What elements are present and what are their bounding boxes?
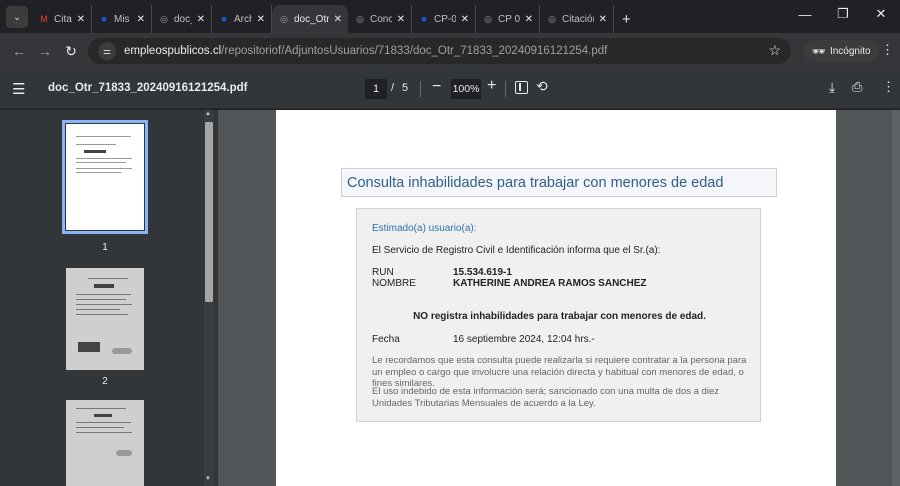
- sidebar-scroll-thumb[interactable]: [205, 122, 213, 302]
- tab-close-icon[interactable]: ✕: [137, 14, 145, 25]
- tab-close-icon[interactable]: ✕: [334, 14, 342, 25]
- thumbnail-sidebar: 1 2 ▲ ▼: [0, 110, 218, 486]
- sidebar-toggle-icon[interactable]: ☰: [12, 80, 25, 98]
- tab-close-icon[interactable]: ✕: [197, 14, 205, 25]
- address-bar[interactable]: ⚌ empleospublicos.cl/repositoriof/Adjunt…: [88, 38, 791, 64]
- run-label: RUN: [372, 267, 394, 278]
- page-thumbnail-label: 1: [102, 242, 108, 253]
- page-thumbnail-2[interactable]: [66, 268, 144, 370]
- back-button[interactable]: ←: [6, 43, 32, 59]
- tab-title: doc_Otr: [174, 13, 192, 25]
- browser-tab[interactable]: ◎ Citación ✕: [540, 5, 614, 33]
- flag-icon: ■: [421, 14, 427, 24]
- site-info-icon[interactable]: ⚌: [98, 42, 116, 60]
- scroll-up-arrow-icon[interactable]: ▲: [205, 111, 211, 117]
- incognito-label: Incógnito: [829, 45, 871, 57]
- browser-tab[interactable]: ■ Mis Últi ✕: [92, 5, 152, 33]
- run-value: 15.534.619-1: [453, 267, 512, 278]
- globe-icon: ◎: [356, 13, 364, 24]
- viewer-scrollbar[interactable]: [892, 110, 900, 486]
- greeting-text: Estimado(a) usuario(a):: [372, 223, 477, 234]
- zoom-in-button[interactable]: +: [487, 77, 496, 95]
- minimize-button[interactable]: —: [786, 7, 824, 22]
- browser-tab[interactable]: ◎ Concurs ✕: [348, 5, 412, 33]
- tab-close-icon[interactable]: ✕: [77, 14, 85, 25]
- tab-close-icon[interactable]: ✕: [599, 14, 607, 25]
- globe-icon: ◎: [280, 13, 288, 24]
- zoom-out-button[interactable]: −: [432, 78, 441, 96]
- page-separator: /: [391, 82, 395, 94]
- name-value: KATHERINE ANDREA RAMOS SANCHEZ: [453, 278, 647, 289]
- pdf-viewer: Consulta inhabilidades para trabajar con…: [218, 110, 900, 486]
- url-text: empleospublicos.cl/repositoriof/Adjuntos…: [124, 45, 608, 57]
- page-thumbnail-label: 2: [102, 376, 108, 387]
- zoom-input[interactable]: 100%: [451, 79, 481, 99]
- print-icon[interactable]: ⎙: [852, 79, 862, 95]
- warning-text: El uso indebido de esta información será…: [372, 386, 719, 409]
- tab-close-icon[interactable]: ✕: [525, 14, 533, 25]
- flag-icon: ■: [221, 14, 227, 24]
- tab-title: doc_Otr: [294, 13, 329, 25]
- window-controls: — ❐ ✕: [786, 0, 900, 28]
- incognito-icon: 🕶: [812, 45, 826, 58]
- tab-title: CP 028-: [498, 13, 520, 25]
- page-thumbnail-3[interactable]: [66, 400, 144, 486]
- browser-menu-icon[interactable]: ⋮: [881, 42, 894, 58]
- notice-text: Le recordamos que esta consulta puede re…: [372, 355, 747, 389]
- browser-tab[interactable]: ◎ CP 028- ✕: [476, 5, 540, 33]
- tab-title: Citación: [562, 13, 594, 25]
- globe-icon: ◎: [484, 13, 492, 24]
- intro-text: El Servicio de Registro Civil e Identifi…: [372, 245, 661, 256]
- tab-title: Archivo: [234, 13, 252, 25]
- browser-toolbar: ← → ↻ ⚌ empleospublicos.cl/repositoriof/…: [0, 33, 900, 69]
- document-heading: Consulta inhabilidades para trabajar con…: [341, 168, 777, 197]
- date-label: Fecha: [372, 334, 400, 345]
- tab-close-icon[interactable]: ✕: [397, 14, 405, 25]
- globe-icon: ◎: [548, 13, 556, 24]
- rotate-icon[interactable]: ⟲: [536, 78, 548, 95]
- toolbar-divider: [420, 81, 421, 97]
- reload-button[interactable]: ↻: [58, 43, 84, 60]
- close-window-button[interactable]: ✕: [862, 6, 900, 22]
- tab-list: M Citación ✕ ■ Mis Últi ✕ ◎ doc_Otr ✕ ■ Archivo ✕ ◎ d…: [32, 0, 614, 33]
- chevron-down-icon: ⌄: [13, 11, 21, 22]
- new-tab-button[interactable]: +: [614, 5, 639, 33]
- browser-tab[interactable]: M Citación ✕: [32, 5, 92, 33]
- tab-title: CP-028: [434, 13, 456, 25]
- page-thumbnail-1[interactable]: [62, 120, 148, 234]
- toolbar-divider: [505, 81, 506, 97]
- page-number-input[interactable]: 1: [365, 79, 387, 99]
- tab-search-button[interactable]: ⌄: [6, 6, 28, 28]
- certificate-box: Estimado(a) usuario(a): El Servicio de R…: [356, 208, 761, 422]
- flag-icon: ■: [101, 14, 107, 24]
- pdf-filename: doc_Otr_71833_20240916121254.pdf: [48, 82, 248, 94]
- fit-page-icon[interactable]: [515, 81, 528, 94]
- page-total: 5: [402, 82, 409, 94]
- browser-tab[interactable]: ◎ doc_Otr ✕: [272, 5, 348, 33]
- maximize-button[interactable]: ❐: [824, 6, 862, 22]
- download-icon[interactable]: ⤓: [829, 79, 835, 96]
- tab-title: Mis Últi: [114, 13, 132, 25]
- scroll-down-arrow-icon[interactable]: ▼: [205, 476, 211, 482]
- tab-title: Concurs: [370, 13, 392, 25]
- tab-title: Citación: [54, 13, 72, 25]
- globe-icon: ◎: [160, 13, 168, 24]
- tab-close-icon[interactable]: ✕: [257, 14, 265, 25]
- browser-tab[interactable]: ■ Archivo ✕: [212, 5, 272, 33]
- result-text: NO registra inhabilidades para trabajar …: [413, 311, 706, 322]
- forward-button[interactable]: →: [32, 43, 58, 59]
- tab-strip: ⌄ M Citación ✕ ■ Mis Últi ✕ ◎ doc_Otr ✕ ■ Archivo ✕…: [0, 0, 900, 33]
- incognito-badge[interactable]: 🕶 Incógnito: [804, 40, 879, 62]
- name-label: NOMBRE: [372, 278, 416, 289]
- date-value: 16 septiembre 2024, 12:04 hrs.-: [453, 334, 595, 345]
- more-options-icon[interactable]: ⋮: [882, 79, 895, 95]
- gmail-icon: M: [40, 14, 48, 24]
- tab-close-icon[interactable]: ✕: [461, 14, 469, 25]
- pdf-page: Consulta inhabilidades para trabajar con…: [276, 110, 836, 486]
- bookmark-star-icon[interactable]: ☆: [768, 42, 781, 59]
- pdf-toolbar: ☰ doc_Otr_71833_20240916121254.pdf 1 / 5…: [0, 69, 900, 109]
- browser-tab[interactable]: ◎ doc_Otr ✕: [152, 5, 212, 33]
- browser-tab[interactable]: ■ CP-028 ✕: [412, 5, 476, 33]
